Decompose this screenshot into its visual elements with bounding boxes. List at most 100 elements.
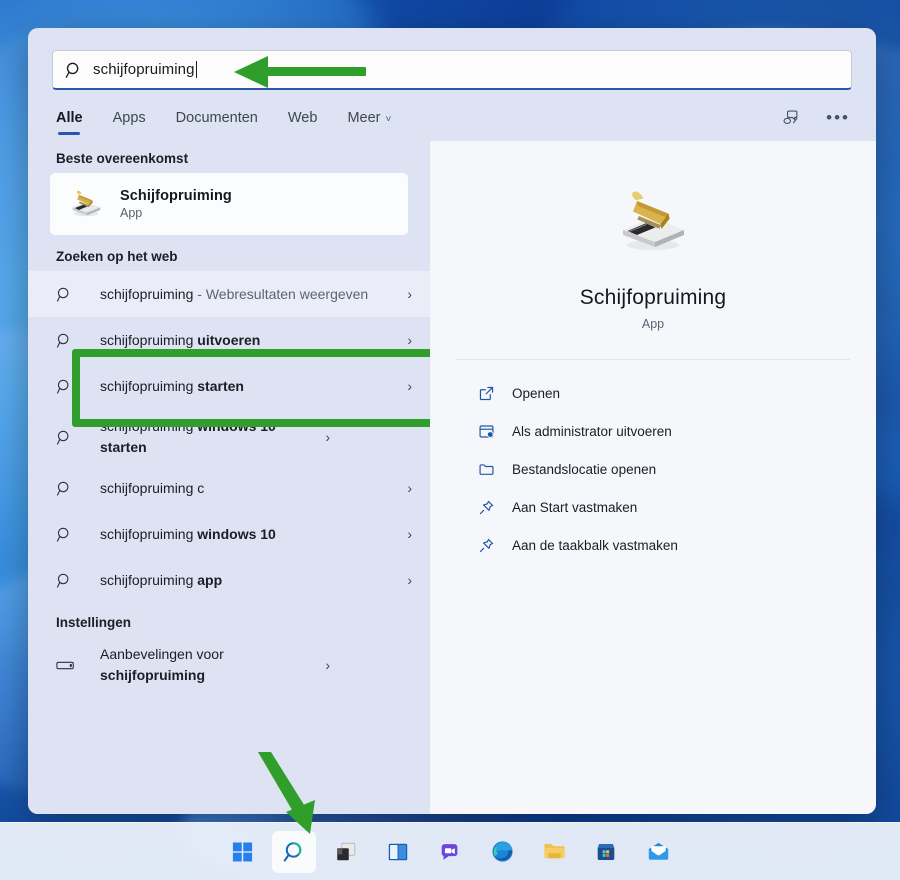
storage-drive-icon — [56, 659, 100, 672]
search-box-container: schijfopruiming — [28, 28, 876, 90]
search-icon — [56, 429, 100, 446]
disk-cleanup-icon — [613, 183, 693, 260]
web-result-label: schijfopruiming windows 10 — [100, 524, 392, 545]
chat-button[interactable] — [428, 831, 472, 873]
search-button[interactable] — [272, 830, 316, 873]
widgets-button[interactable] — [376, 831, 420, 873]
result-text: schijfopruiming — [100, 285, 194, 302]
tab-label: Meer — [347, 110, 381, 126]
mail-button[interactable] — [636, 831, 680, 873]
search-icon — [56, 480, 100, 497]
result-bold: starten — [197, 377, 244, 394]
result-text: schijfopruiming — [100, 525, 198, 542]
tab-meer[interactable]: Meer ˅ — [345, 106, 393, 135]
chevron-right-icon: › — [407, 480, 412, 496]
web-result-label: schijfopruiming - Webresultaten weergeve… — [100, 284, 392, 305]
tab-label: Documenten — [175, 110, 258, 126]
search-icon — [56, 286, 100, 303]
web-result-row[interactable]: schijfopruiming uitvoeren › — [28, 317, 430, 363]
chevron-right-icon: › — [407, 526, 412, 542]
web-result-label: schijfopruiming windows 10 starten — [100, 416, 310, 458]
mail-icon — [648, 842, 668, 860]
web-result-row[interactable]: schijfopruiming app › — [28, 557, 430, 603]
result-suffix: - Webresultaten weergeven — [193, 285, 369, 302]
search-icon — [56, 332, 100, 349]
pin-icon — [476, 536, 496, 556]
chevron-right-icon: › — [325, 657, 330, 673]
tab-alle[interactable]: Alle — [54, 106, 85, 135]
web-result-label: schijfopruiming uitvoeren — [100, 330, 392, 351]
web-result-label: schijfopruiming c — [100, 478, 392, 499]
start-button[interactable] — [220, 831, 264, 873]
tab-apps[interactable]: Apps — [111, 106, 148, 135]
task-view-button[interactable] — [324, 831, 368, 873]
text-caret — [195, 61, 197, 78]
web-result-row[interactable]: schijfopruiming windows 10 starten › — [28, 409, 430, 465]
search-icon — [283, 842, 301, 862]
task-view-icon — [337, 842, 356, 860]
edge-button[interactable] — [480, 831, 524, 873]
search-query-value: schijfopruiming — [93, 61, 195, 78]
search-input-text: schijfopruiming — [93, 61, 197, 78]
folder-icon — [476, 460, 496, 480]
open-external-icon — [476, 384, 496, 404]
web-result-row[interactable]: schijfopruiming starten › — [28, 363, 430, 409]
web-result-label: schijfopruiming starten — [100, 376, 392, 397]
web-result-row[interactable]: schijfopruiming - Webresultaten weergeve… — [28, 271, 430, 317]
search-icon — [56, 378, 100, 395]
chevron-right-icon: › — [407, 286, 412, 302]
best-match-subtitle: App — [120, 206, 143, 220]
feedback-icon[interactable] — [781, 108, 800, 127]
tab-label: Web — [287, 110, 318, 126]
best-match-title: Schijfopruiming — [120, 188, 232, 204]
settings-result-label: Aanbevelingen voor schijfopruiming — [100, 644, 310, 686]
best-match-texts: Schijfopruiming App — [120, 188, 232, 220]
action-pin-to-taskbar[interactable]: Aan de taakbalk vastmaken — [470, 528, 846, 563]
result-text: schijfopruiming c — [100, 479, 205, 496]
result-text: Aanbevelingen voor — [100, 646, 224, 662]
action-open[interactable]: Openen — [470, 376, 846, 411]
edge-icon — [491, 841, 513, 862]
settings-result-row[interactable]: Aanbevelingen voor schijfopruiming › — [28, 637, 430, 693]
best-match-result[interactable]: Schijfopruiming App — [50, 173, 408, 235]
microsoft-store-button[interactable] — [584, 831, 628, 873]
result-bold: uitvoeren — [197, 331, 261, 348]
search-results-body: Beste overeenkomst Schijfopruiming App Z… — [28, 141, 876, 814]
disk-cleanup-icon — [68, 186, 104, 223]
search-icon — [56, 526, 100, 543]
section-header-web: Zoeken op het web — [56, 249, 178, 264]
chevron-right-icon: › — [407, 378, 412, 394]
file-explorer-button[interactable] — [532, 831, 576, 873]
search-icon — [65, 61, 83, 79]
result-bold: schijfopruiming — [100, 667, 205, 683]
action-label: Aan Start vastmaken — [512, 500, 638, 515]
app-preview-pane: Schijfopruiming App Openen Als administr… — [430, 141, 876, 814]
result-text: schijfopruiming — [100, 377, 198, 394]
tab-documenten[interactable]: Documenten — [174, 106, 260, 135]
ellipsis-icon[interactable]: ••• — [826, 109, 850, 126]
action-label: Openen — [512, 386, 561, 401]
preview-app-title: Schijfopruiming — [579, 286, 727, 309]
web-result-row[interactable]: schijfopruiming c › — [28, 465, 430, 511]
result-text: schijfopruiming — [100, 331, 198, 348]
action-run-as-administrator[interactable]: Als administrator uitvoeren — [470, 414, 846, 449]
pin-icon — [476, 498, 496, 518]
search-tabs-row: Alle Apps Documenten Web Meer ˅ ••• — [28, 90, 876, 135]
preview-app-subtitle: App — [641, 317, 665, 331]
action-open-file-location[interactable]: Bestandslocatie openen — [470, 452, 846, 487]
search-header-actions: ••• — [781, 106, 850, 127]
search-input[interactable]: schijfopruiming — [52, 50, 852, 90]
windows-search-flyout: schijfopruiming Alle Apps Documenten Web… — [28, 28, 876, 814]
result-text: schijfopruiming — [100, 418, 198, 434]
tab-web[interactable]: Web — [286, 106, 320, 135]
section-header-best-match: Beste overeenkomst — [56, 151, 189, 166]
chat-icon — [441, 843, 458, 860]
action-label: Bestandslocatie openen — [512, 462, 657, 477]
web-result-label: schijfopruiming app — [100, 570, 392, 591]
web-result-row[interactable]: schijfopruiming windows 10 › — [28, 511, 430, 557]
preview-actions-list: Openen Als administrator uitvoeren Besta… — [456, 360, 850, 563]
results-list-pane: Beste overeenkomst Schijfopruiming App Z… — [28, 141, 430, 814]
widgets-icon — [388, 843, 408, 860]
chevron-right-icon: › — [407, 572, 412, 588]
action-pin-to-start[interactable]: Aan Start vastmaken — [470, 490, 846, 525]
